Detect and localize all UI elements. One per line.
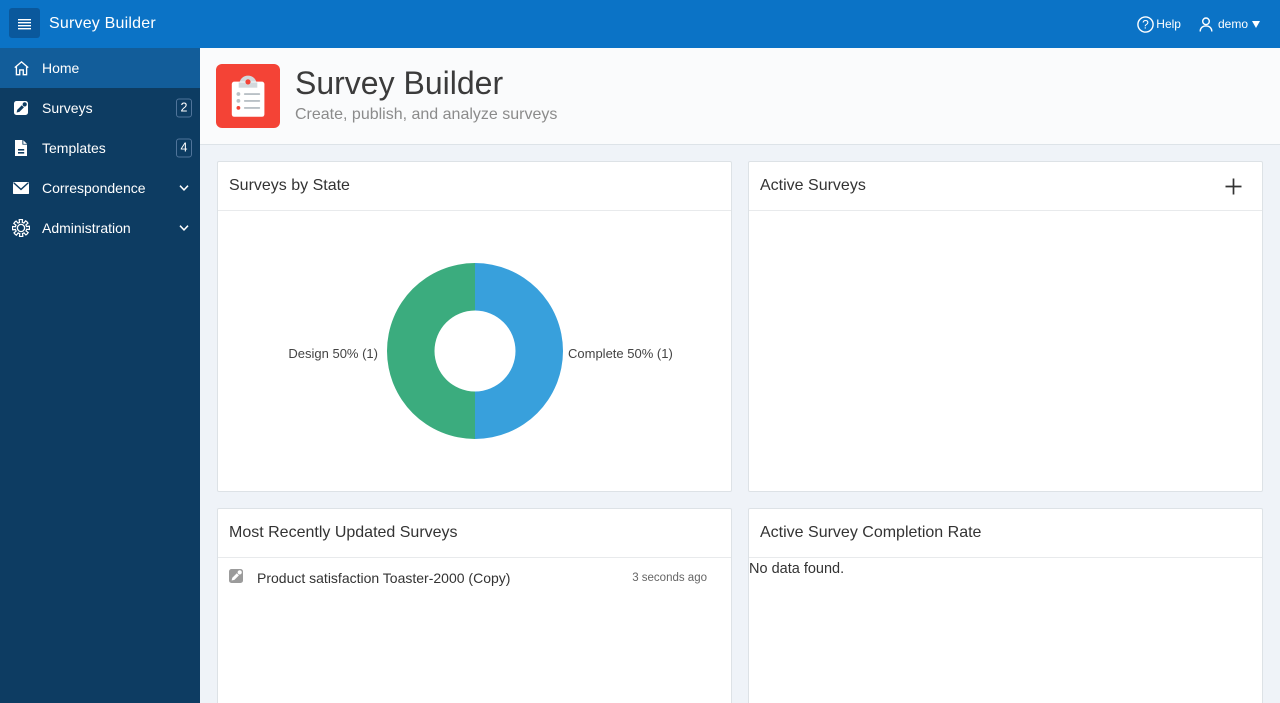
svg-text:?: ? xyxy=(1142,18,1149,32)
